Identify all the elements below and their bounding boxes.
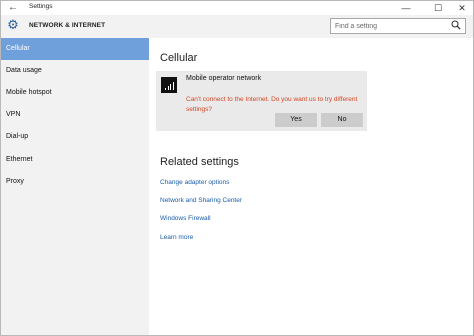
- signal-icon: [161, 77, 177, 93]
- card-title: Mobile operator network: [186, 75, 262, 82]
- search-input[interactable]: [331, 19, 451, 33]
- yes-button[interactable]: Yes: [275, 113, 317, 127]
- link-change-adapter-options[interactable]: Change adapter options: [160, 179, 229, 186]
- link-windows-firewall[interactable]: Windows Firewall: [160, 215, 211, 222]
- search-icon[interactable]: [450, 20, 462, 32]
- no-button[interactable]: No: [321, 113, 363, 127]
- gear-icon: ⚙: [7, 17, 19, 32]
- error-message: Can't connect to the Internet. Do you wa…: [186, 96, 358, 113]
- sidebar-item-proxy[interactable]: Proxy: [1, 171, 149, 193]
- related-settings-title: Related settings: [160, 156, 239, 168]
- section-title: Cellular: [160, 52, 198, 64]
- page-title: NETWORK & INTERNET: [29, 22, 106, 29]
- close-button[interactable]: ✕: [449, 1, 474, 15]
- sidebar-item-mobile-hotspot[interactable]: Mobile hotspot: [1, 82, 149, 104]
- header: ⚙ NETWORK & INTERNET: [1, 15, 473, 38]
- sidebar: Cellular Data usage Mobile hotspot VPN D…: [1, 38, 149, 335]
- sidebar-item-ethernet[interactable]: Ethernet: [1, 149, 149, 171]
- search-box[interactable]: [330, 18, 466, 34]
- window-title: Settings: [29, 3, 53, 10]
- sidebar-item-dial-up[interactable]: Dial-up: [1, 126, 149, 148]
- mobile-operator-card[interactable]: Mobile operator network Can't connect to…: [156, 71, 367, 131]
- settings-window: ← Settings — ☐ ✕ ⚙ NETWORK & INTERNET Ce…: [0, 0, 474, 336]
- sidebar-item-data-usage[interactable]: Data usage: [1, 60, 149, 82]
- title-bar: ← Settings — ☐ ✕: [1, 1, 473, 15]
- sidebar-item-vpn[interactable]: VPN: [1, 104, 149, 126]
- minimize-button[interactable]: —: [393, 1, 419, 15]
- back-arrow-icon[interactable]: ←: [5, 1, 21, 15]
- link-learn-more[interactable]: Learn more: [160, 234, 193, 241]
- sidebar-item-cellular[interactable]: Cellular: [1, 38, 149, 60]
- link-network-sharing-center[interactable]: Network and Sharing Center: [160, 197, 242, 204]
- main-content: Cellular Mobile operator network Can't c…: [149, 38, 473, 335]
- maximize-button[interactable]: ☐: [425, 1, 451, 15]
